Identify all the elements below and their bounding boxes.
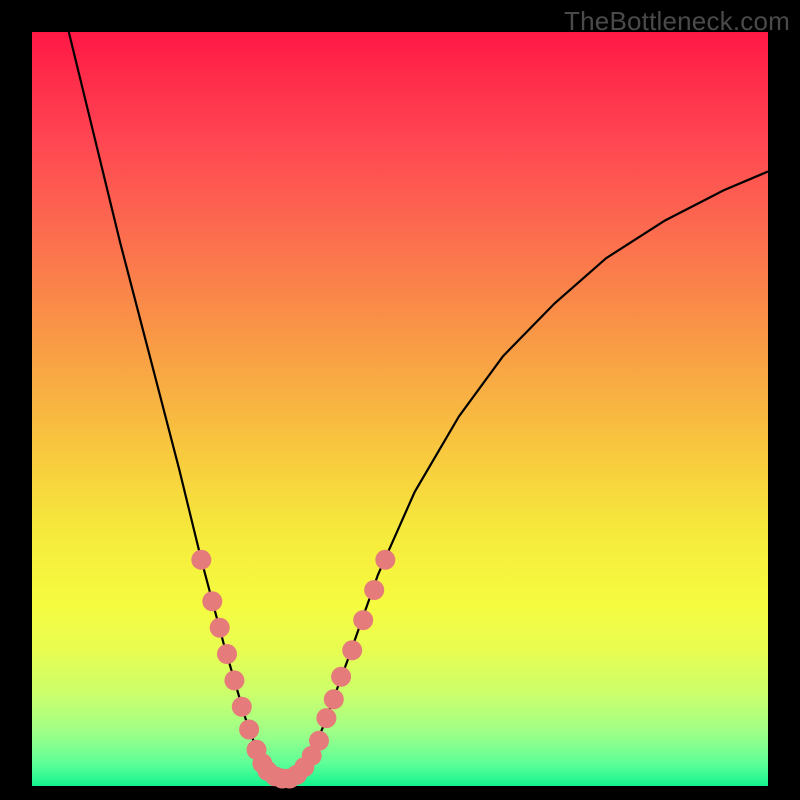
data-point (342, 640, 362, 660)
data-point (324, 689, 344, 709)
data-point (202, 591, 222, 611)
scatter-points (191, 550, 395, 789)
watermark-text: TheBottleneck.com (564, 6, 790, 37)
data-point (239, 720, 259, 740)
data-point (364, 580, 384, 600)
bottleneck-curve (69, 32, 768, 779)
data-point (224, 670, 244, 690)
plot-area (32, 32, 768, 786)
data-point (331, 667, 351, 687)
data-point (309, 731, 329, 751)
data-point (210, 618, 230, 638)
chart-frame: TheBottleneck.com (0, 0, 800, 800)
data-point (191, 550, 211, 570)
data-point (353, 610, 373, 630)
data-point (232, 697, 252, 717)
data-point (375, 550, 395, 570)
data-point (217, 644, 237, 664)
curve-svg (32, 32, 768, 786)
data-point (316, 708, 336, 728)
